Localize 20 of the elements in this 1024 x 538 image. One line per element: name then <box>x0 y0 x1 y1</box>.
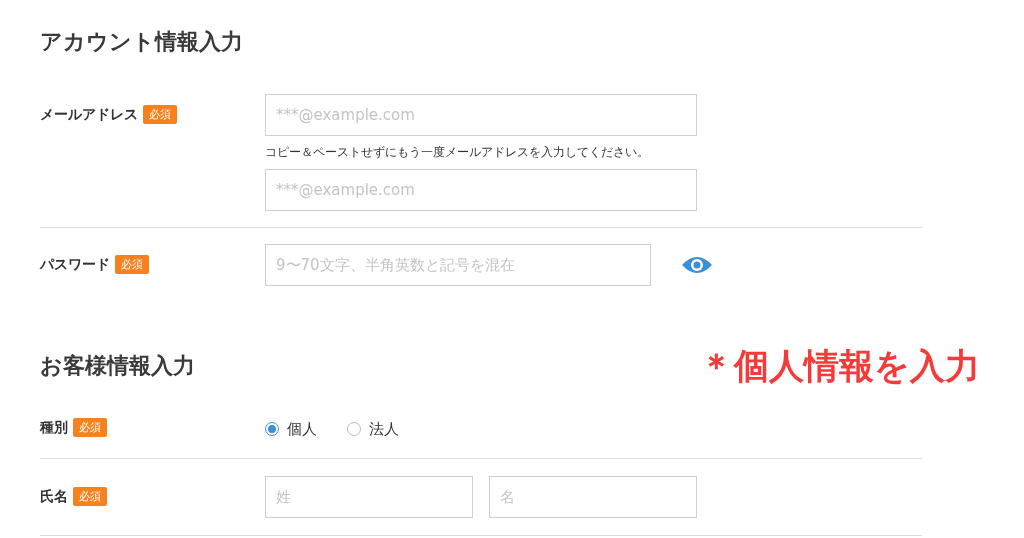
hint-text: コピー＆ペーストせずにもう一度メールアドレスを入力してください。 <box>265 144 650 161</box>
required-badge: 必須 <box>73 418 107 437</box>
required-badge: 必須 <box>143 105 177 124</box>
required-badge: 必須 <box>73 487 107 506</box>
annotation-text: ＊個人情報を入力 <box>699 344 980 388</box>
email-field[interactable]: ***@example.com <box>265 169 697 211</box>
radio-option[interactable]: 個人 <box>265 419 317 439</box>
eye-icon[interactable] <box>681 255 713 275</box>
required-badge: 必須 <box>115 255 149 274</box>
field-label: メールアドレス <box>40 105 138 124</box>
field-label: パスワード <box>40 255 110 274</box>
section-heading: お客様情報入力 <box>40 352 195 380</box>
password-field[interactable]: 9〜70文字、半角英数と記号を混在 <box>265 244 651 286</box>
field-label: 氏名 <box>40 487 68 506</box>
name-field[interactable]: 名 <box>489 476 697 518</box>
field-label: 種別 <box>40 418 68 437</box>
name-field[interactable]: 姓 <box>265 476 473 518</box>
email-field[interactable]: ***@example.com <box>265 94 697 136</box>
radio-option[interactable]: 法人 <box>347 419 399 439</box>
section-heading: アカウント情報入力 <box>40 28 243 56</box>
